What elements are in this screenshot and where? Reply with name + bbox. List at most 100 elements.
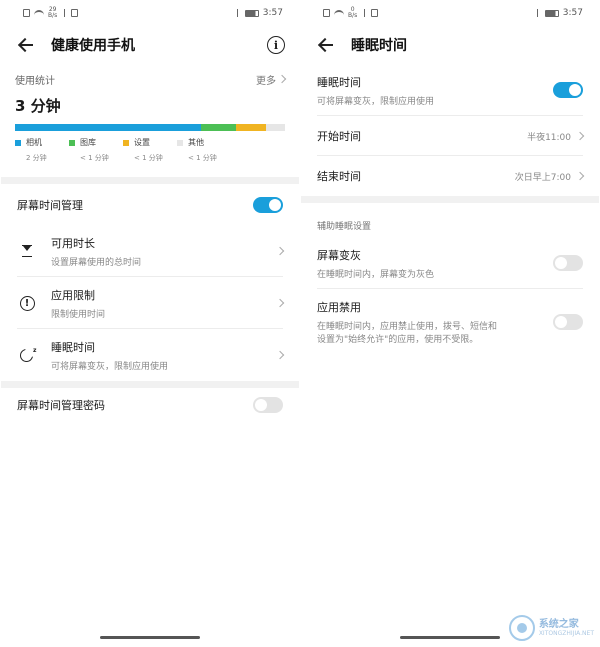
legend-app-name: 图库 — [80, 138, 96, 147]
hourglass-status-icon — [361, 9, 368, 17]
watermark-url: XITONGZHIJIA.NET — [538, 630, 594, 637]
battery-icon — [544, 9, 559, 17]
start-time-value: 半夜11:00 — [527, 132, 571, 143]
usage-legend-item: 其他 < 1 分钟 — [177, 137, 231, 163]
moon-icon: z — [17, 345, 37, 363]
status-time: 3:57 — [262, 8, 283, 18]
legend-app-name: 相机 — [26, 138, 42, 147]
gesture-bar[interactable] — [100, 636, 200, 639]
sim-icon — [23, 9, 30, 17]
usage-legend-item: 相机 2 分钟 — [15, 137, 69, 163]
end-time-label: 结束时间 — [317, 170, 361, 183]
battery-icon — [244, 9, 259, 17]
status-time: 3:57 — [562, 8, 583, 18]
available-duration-label: 可用时长 — [51, 236, 95, 250]
chevron-right-icon — [275, 246, 285, 256]
site-watermark: 系统之家 XITONGZHIJIA.NET — [508, 615, 594, 641]
health-usage-screen: 29 B/s 3:57 健康使用手机 i 使用统计 更多 3 分钟 相机 2 分钟 图… — [1, 0, 299, 647]
legend-app-time: < 1 分钟 — [80, 154, 109, 162]
app-limit-desc: 限制使用时间 — [51, 309, 106, 320]
network-speed: 29 B/s — [48, 6, 58, 19]
hourglass-icon — [17, 245, 37, 257]
start-time-row[interactable]: 开始时间 半夜11:00 — [301, 116, 599, 156]
app-block-label: 应用禁用 — [317, 301, 361, 314]
usage-bar — [15, 124, 285, 131]
app-header: 睡眠时间 — [301, 26, 599, 64]
section-divider — [1, 381, 299, 388]
chevron-right-icon — [275, 350, 285, 360]
available-duration-desc: 设置屏幕使用的总时间 — [51, 257, 142, 268]
usage-label: 使用统计 — [15, 75, 55, 87]
grayscale-label: 屏幕变灰 — [317, 248, 361, 262]
alert-circle-icon: ! — [17, 295, 37, 311]
notification-icon — [71, 9, 79, 17]
end-time-row[interactable]: 结束时间 次日早上7:00 — [301, 156, 599, 196]
status-bar: 29 B/s 3:57 — [1, 0, 299, 26]
grayscale-row[interactable]: 屏幕变灰 在睡眠时间内，屏幕变为灰色 — [301, 237, 599, 289]
sim-icon — [323, 9, 330, 17]
bluetooth-icon — [235, 9, 241, 17]
available-duration-row[interactable]: 可用时长 设置屏幕使用的总时间 — [1, 225, 299, 277]
app-limit-label: 应用限制 — [51, 288, 95, 302]
usage-statistics-card[interactable]: 使用统计 更多 3 分钟 相机 2 分钟 图库 < 1 分钟 设置 < 1 分钟 其他 < 1… — [1, 64, 299, 177]
page-title: 睡眠时间 — [351, 38, 407, 54]
legend-color-icon — [177, 139, 183, 146]
usage-legend: 相机 2 分钟 图库 < 1 分钟 设置 < 1 分钟 其他 < 1 分钟 — [15, 137, 285, 163]
chevron-right-icon — [275, 298, 285, 308]
wifi-icon — [34, 9, 44, 17]
legend-app-name: 其他 — [188, 138, 204, 147]
grayscale-desc: 在睡眠时间内，屏幕变为灰色 — [317, 269, 435, 280]
chevron-right-icon — [277, 74, 287, 84]
legend-color-icon — [69, 139, 75, 146]
usage-bar-segment — [15, 124, 202, 131]
grayscale-toggle[interactable] — [553, 255, 583, 271]
sleep-time-row[interactable]: z 睡眠时间 可将屏幕变灰，限制应用使用 — [1, 329, 299, 381]
watermark-logo-icon — [508, 615, 535, 641]
back-arrow-icon[interactable] — [317, 36, 335, 54]
hourglass-status-icon — [61, 9, 68, 17]
usage-legend-item: 设置 < 1 分钟 — [123, 137, 177, 163]
watermark-text: 系统之家 — [538, 619, 579, 630]
back-arrow-icon[interactable] — [17, 36, 35, 54]
legend-app-time: < 1 分钟 — [188, 154, 217, 162]
app-block-desc: 在睡眠时间内，应用禁止使用，拨号、短信和 设置为"始终允许"的应用，使用不受限。 — [317, 322, 498, 345]
usage-total: 3 分钟 — [15, 97, 61, 115]
usage-bar-segment — [236, 124, 267, 131]
chevron-right-icon — [575, 131, 585, 141]
page-title: 健康使用手机 — [51, 38, 135, 54]
notification-icon — [371, 9, 379, 17]
password-row[interactable]: 屏幕时间管理密码 — [1, 388, 299, 422]
legend-app-time: < 1 分钟 — [134, 154, 163, 162]
sleep-time-desc: 可将屏幕变灰，限制应用使用 — [317, 96, 435, 107]
sleep-time-label: 睡眠时间 — [317, 75, 361, 89]
section-divider — [1, 177, 299, 184]
legend-app-time: 2 分钟 — [26, 154, 47, 162]
password-toggle[interactable] — [253, 397, 283, 413]
sleep-time-desc: 可将屏幕变灰，限制应用使用 — [51, 361, 169, 372]
usage-legend-item: 图库 < 1 分钟 — [69, 137, 123, 163]
end-time-value: 次日早上7:00 — [514, 172, 571, 183]
sleep-time-toggle[interactable] — [553, 82, 583, 98]
status-bar: 0 B/s 3:57 — [301, 0, 599, 26]
password-label: 屏幕时间管理密码 — [17, 399, 105, 412]
wifi-icon — [334, 9, 344, 17]
bluetooth-icon — [535, 9, 541, 17]
app-block-toggle[interactable] — [553, 314, 583, 330]
more-link[interactable]: 更多 — [256, 72, 287, 87]
sleep-time-screen: 0 B/s 3:57 睡眠时间 睡眠时间 可将屏幕变灰，限制应用使用 开始时间 半… — [301, 0, 599, 647]
info-icon[interactable]: i — [267, 36, 285, 54]
sleep-time-label: 睡眠时间 — [51, 340, 95, 354]
screen-time-management-toggle[interactable] — [253, 196, 283, 213]
usage-bar-segment — [201, 124, 237, 131]
legend-app-name: 设置 — [134, 138, 150, 147]
usage-bar-segment — [266, 124, 285, 131]
gesture-bar[interactable] — [400, 636, 500, 639]
chevron-right-icon — [575, 171, 585, 181]
screen-time-management-row[interactable]: 屏幕时间管理 — [1, 184, 299, 225]
app-limit-row[interactable]: ! 应用限制 限制使用时间 — [1, 277, 299, 329]
network-speed: 0 B/s — [348, 6, 358, 19]
sleep-time-toggle-row[interactable]: 睡眠时间 可将屏幕变灰，限制应用使用 — [301, 64, 599, 116]
screen-time-management-label: 屏幕时间管理 — [17, 198, 83, 212]
section-divider — [301, 196, 599, 203]
app-block-row[interactable]: 应用禁用 在睡眠时间内，应用禁止使用，拨号、短信和 设置为"始终允许"的应用，使用… — [301, 289, 599, 355]
